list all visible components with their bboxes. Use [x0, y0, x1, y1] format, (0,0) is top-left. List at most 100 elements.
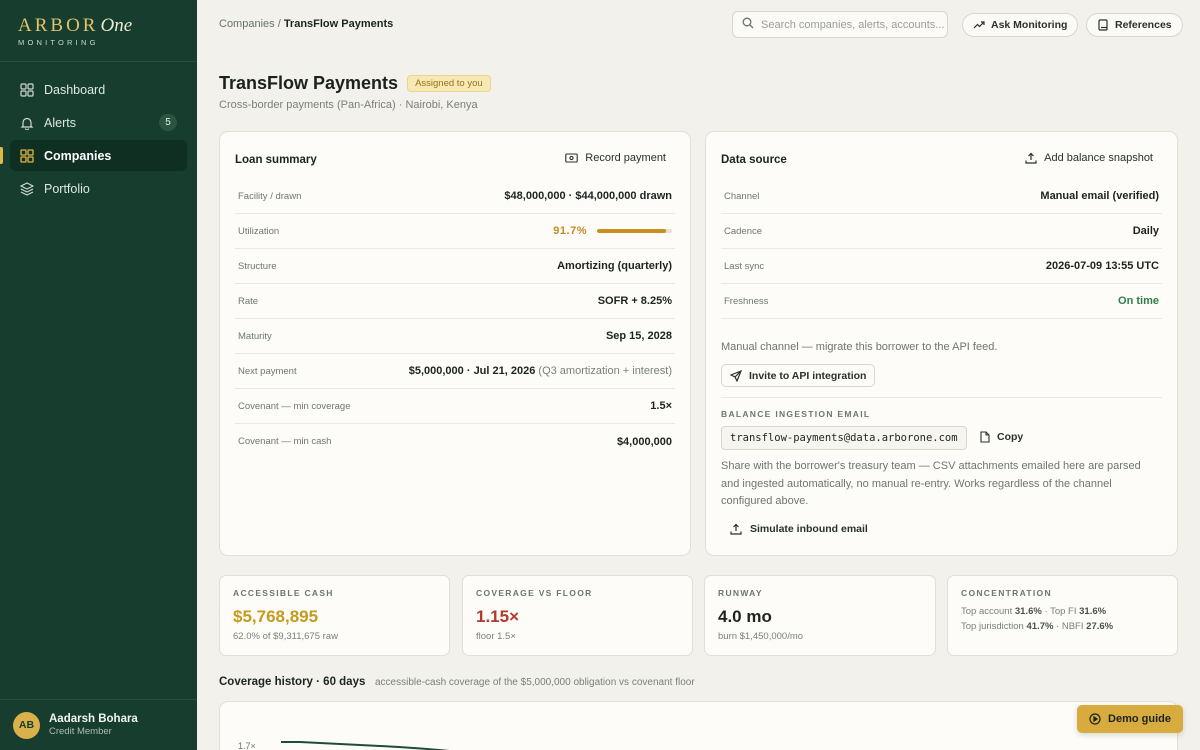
sidebar-item-companies[interactable]: Companies [0, 140, 187, 171]
conc-text: Top account [961, 606, 1015, 617]
add-balance-snapshot-button[interactable]: Add balance snapshot [1025, 152, 1153, 164]
brand-one: One [100, 15, 133, 36]
email-description: Share with the borrower's treasury team … [721, 460, 1141, 507]
sidebar-item-label: Alerts [44, 115, 76, 130]
user-name: Aadarsh Bohara [49, 713, 138, 725]
conc-value: 31.6% [1079, 606, 1107, 617]
demo-guide-label: Demo guide [1108, 713, 1171, 725]
row-label: Rate [238, 295, 259, 307]
row-label: Covenant — min coverage [238, 400, 351, 412]
simulate-inbound-email-label: Simulate inbound email [750, 523, 868, 535]
metric-label: RUNWAY [718, 588, 763, 598]
row-value: Sep 15, 2028 [605, 330, 672, 342]
next-payment-value: $5,000,000 · Jul 21, 2026 [408, 365, 536, 377]
sidebar-item-dashboard[interactable]: Dashboard [10, 74, 187, 105]
row-label: Next payment [238, 365, 297, 377]
loan-summary-title: Loan summary [235, 154, 317, 166]
add-balance-snapshot-label: Add balance snapshot [1044, 152, 1153, 164]
brand-logo[interactable]: ARBOR One MONITORING [0, 0, 197, 62]
coverage-series-line [281, 741, 450, 750]
row-label: Maturity [238, 330, 272, 342]
invite-api-label: Invite to API integration [749, 369, 867, 382]
user-role: Credit Member [49, 726, 112, 737]
simulate-inbound-email-button[interactable]: Simulate inbound email [730, 523, 868, 535]
row-covenant-coverage: Covenant — min coverage 1.5× [235, 389, 675, 424]
row-value: 2026-07-09 13:55 UTC [1045, 260, 1159, 272]
utilization-percent: 91.7% [553, 225, 587, 237]
row-freshness: Freshness On time [721, 284, 1162, 319]
row-covenant-cash: Covenant — min cash $4,000,000 [235, 424, 675, 459]
row-label: Freshness [724, 295, 769, 307]
page-header: TransFlow Payments Assigned to you [219, 73, 491, 94]
row-label: Utilization [238, 225, 280, 237]
invite-api-button[interactable]: Invite to API integration [721, 364, 876, 387]
utilization-bar [597, 229, 672, 233]
sidebar-item-label: Portfolio [44, 181, 90, 196]
sidebar: ARBOR One MONITORING Dashboard Alerts 5 C… [0, 0, 197, 750]
row-utilization: Utilization 91.7% [235, 214, 675, 249]
ingestion-email-field[interactable]: transflow-payments@data.arborone.com [721, 426, 967, 450]
references-button[interactable]: References [1086, 13, 1183, 37]
page-title: TransFlow Payments [219, 73, 399, 93]
metric-sub: 62.0% of $9,311,675 raw [233, 631, 338, 642]
metric-label: COVERAGE VS FLOOR [476, 588, 593, 598]
breadcrumb-separator: / [274, 18, 284, 30]
bell-icon [20, 116, 34, 130]
metric-value: $5,768,895 [233, 607, 319, 626]
breadcrumb-companies[interactable]: Companies [219, 18, 275, 30]
metric-value: 1.15× [476, 607, 520, 626]
row-channel: Channel Manual email (verified) [721, 179, 1162, 214]
row-value: Amortizing (quarterly) [557, 260, 672, 272]
coverage-chart-svg: 1.7× [238, 741, 450, 750]
coverage-history-chart: 1.7× [219, 701, 1178, 750]
data-source-card: Data source Add balance snapshot Channel… [705, 131, 1178, 556]
conc-value: 41.7% [1026, 621, 1054, 632]
metric-concentration: CONCENTRATION Top account 31.6% · Top FI… [947, 575, 1178, 656]
loan-summary-card: Loan summary Record payment Facility / d… [219, 131, 691, 556]
email-heading: BALANCE INGESTION EMAIL [721, 409, 871, 419]
sidebar-nav: Dashboard Alerts 5 Companies Portfolio [0, 62, 197, 204]
row-label: Channel [724, 190, 760, 202]
demo-guide-button[interactable]: Demo guide [1077, 705, 1183, 733]
next-payment-note: (Q3 amortization + interest) [538, 365, 672, 377]
metric-value: 4.0 mo [718, 607, 772, 626]
sidebar-item-label: Companies [44, 148, 112, 163]
row-value: $5,000,000 · Jul 21, 2026 (Q3 amortizati… [409, 365, 672, 377]
row-label: Facility / drawn [238, 190, 302, 202]
references-label: References [1115, 19, 1172, 31]
alerts-count-badge: 5 [159, 114, 177, 131]
row-label: Cadence [724, 225, 763, 237]
page-subtitle: Cross-border payments (Pan-Africa) · Nai… [219, 99, 478, 111]
upload-icon [730, 523, 742, 535]
copy-label: Copy [997, 431, 1024, 443]
row-structure: Structure Amortizing (quarterly) [235, 249, 675, 284]
sidebar-item-portfolio[interactable]: Portfolio [10, 173, 187, 204]
user-profile[interactable]: AB Aadarsh Bohara Credit Member [0, 699, 197, 750]
cash-icon [565, 153, 579, 163]
ask-monitoring-button[interactable]: Ask Monitoring [962, 13, 1079, 37]
concentration-line-2: Top jurisdiction 41.7% · NBFI 27.6% [961, 621, 1164, 632]
search-input[interactable] [761, 18, 946, 31]
row-value: $48,000,000 · $44,000,000 drawn [504, 190, 672, 202]
metric-label: ACCESSIBLE CASH [233, 588, 334, 598]
brand-name: ARBOR [18, 15, 99, 36]
layers-icon [20, 181, 34, 196]
conc-value: 27.6% [1086, 621, 1114, 632]
row-rate: Rate SOFR + 8.25% [235, 284, 675, 319]
building-icon [20, 148, 34, 163]
metric-sub: burn $1,450,000/mo [718, 631, 804, 642]
copy-button[interactable]: Copy [979, 431, 1023, 443]
metric-runway: RUNWAY 4.0 mo burn $1,450,000/mo [704, 575, 936, 656]
utilization-bar-fill [597, 229, 666, 233]
search-icon [742, 16, 754, 34]
freshness-status: On time [1118, 295, 1159, 307]
avatar: AB [13, 711, 40, 739]
migration-note: Manual channel — migrate this borrower t… [721, 341, 998, 353]
metric-coverage-vs-floor: COVERAGE VS FLOOR 1.15× floor 1.5× [462, 575, 693, 656]
row-last-sync: Last sync 2026-07-09 13:55 UTC [721, 249, 1162, 284]
record-payment-button[interactable]: Record payment [565, 152, 666, 164]
assigned-badge: Assigned to you [407, 75, 491, 92]
metric-label: CONCENTRATION [961, 588, 1052, 598]
search-box[interactable] [732, 11, 948, 38]
sidebar-item-alerts[interactable]: Alerts 5 [10, 107, 187, 138]
